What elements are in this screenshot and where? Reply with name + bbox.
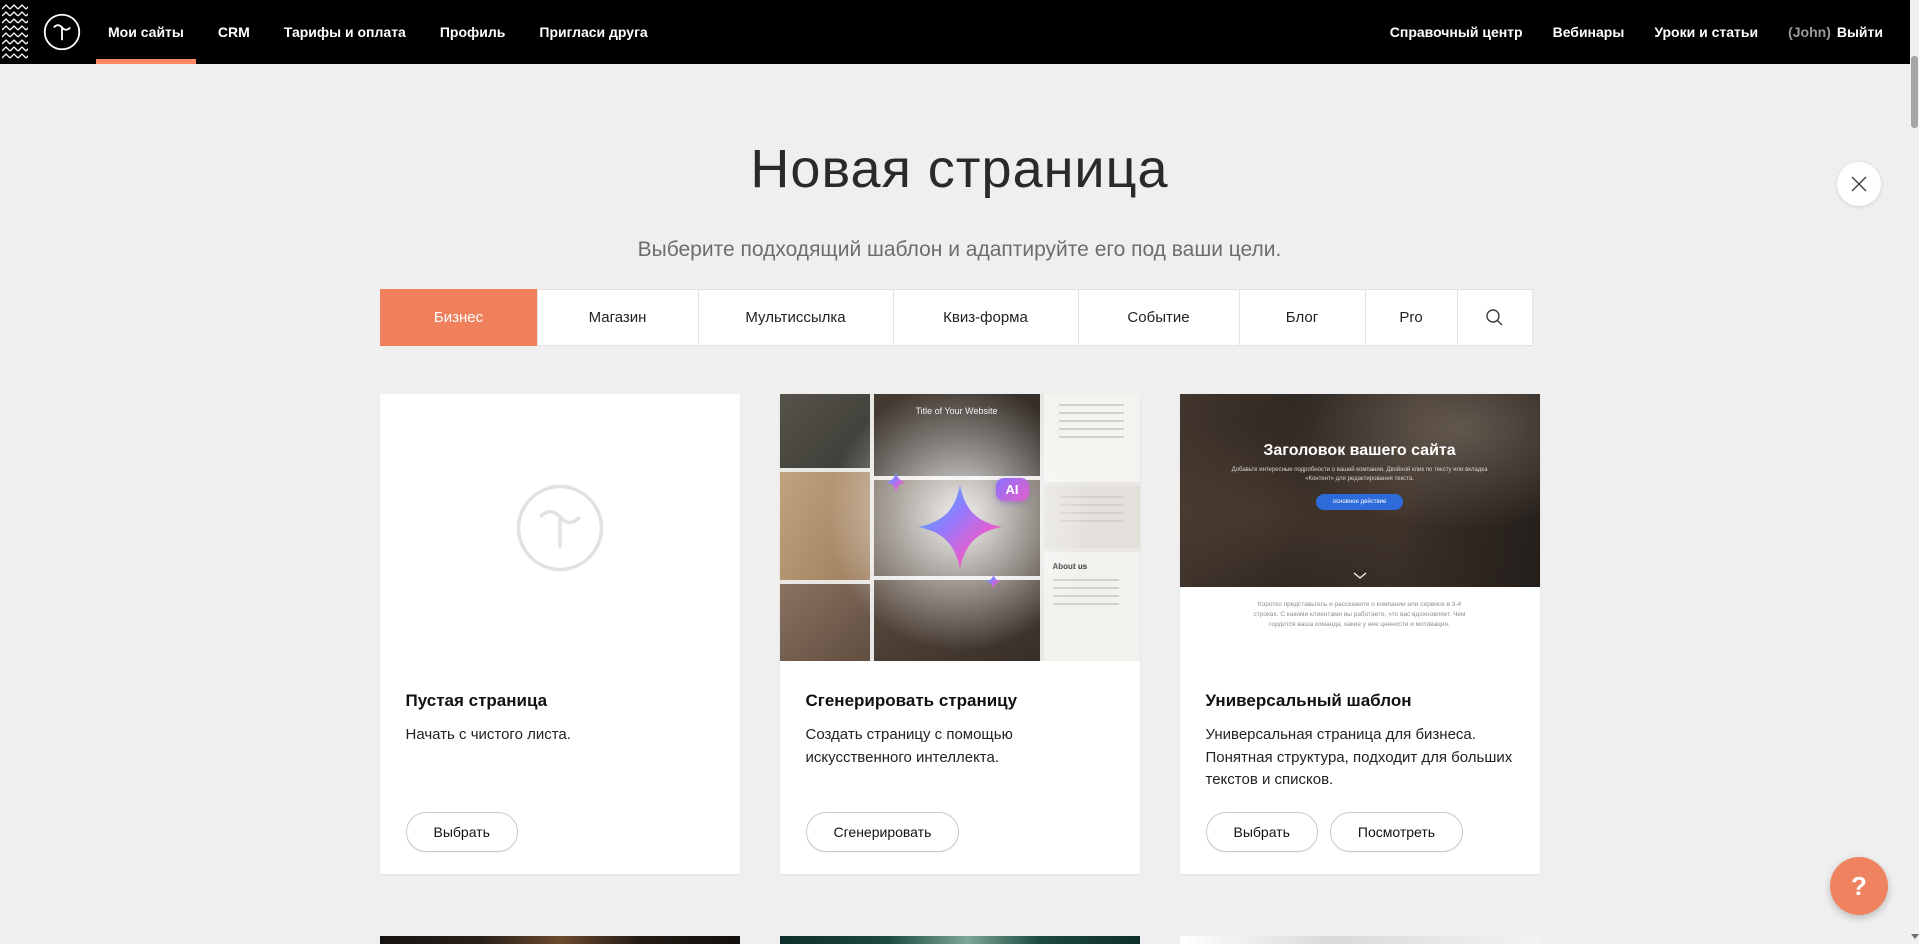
tab-multilink[interactable]: Мультиссылка [698, 289, 894, 346]
nav-item-my-sites[interactable]: Мои сайты [108, 0, 184, 64]
generate-button[interactable]: Сгенерировать [806, 812, 960, 852]
zigzag-pattern-icon [2, 3, 32, 61]
tilda-logo[interactable] [42, 12, 82, 52]
choose-universal-button[interactable]: Выбрать [1206, 812, 1318, 852]
template-card-partial-3[interactable] [1180, 936, 1540, 944]
blank-template-thumbnail[interactable] [380, 394, 740, 661]
card-title: Универсальный шаблон [1206, 691, 1514, 711]
ai-badge: AI [996, 478, 1029, 501]
card-description: Создать страницу с помощью искусственног… [806, 724, 1114, 769]
tab-business[interactable]: Бизнес [380, 289, 538, 346]
template-card-universal: Заголовок вашего сайта Добавьте интересн… [1180, 394, 1540, 874]
preview-hero: Заголовок вашего сайта Добавьте интересн… [1180, 394, 1540, 587]
ai-sparkle-icon [860, 422, 1060, 632]
template-card-partial-1[interactable] [380, 936, 740, 944]
next-cards-row [380, 936, 1540, 944]
main-content: Новая страница Выберите подходящий шабло… [0, 64, 1919, 944]
nav-item-webinars[interactable]: Вебинары [1553, 0, 1625, 64]
search-icon [1485, 308, 1504, 327]
preview-hero-text: Добавьте интересные подробности о вашей … [1230, 466, 1489, 485]
search-tab[interactable] [1457, 289, 1533, 346]
template-category-tabs: Бизнес Магазин Мультиссылка Квиз-форма С… [380, 289, 1540, 346]
user-name: (John) [1788, 24, 1831, 40]
main-nav: Мои сайты CRM Тарифы и оплата Профиль Пр… [108, 0, 682, 64]
preview-body-text: Коротко представьтесь и расскажите о ком… [1248, 600, 1471, 661]
card-title: Сгенерировать страницу [806, 691, 1114, 711]
template-card-blank: Пустая страница Начать с чистого листа. … [380, 394, 740, 874]
scrollbar-thumb[interactable] [1911, 56, 1918, 128]
preview-hero-title: Заголовок вашего сайта [1263, 442, 1455, 460]
preview-universal-button[interactable]: Посмотреть [1330, 812, 1463, 852]
template-card-ai-generate: Title of Your Website About us [780, 394, 1140, 874]
nav-item-help-center[interactable]: Справочный центр [1390, 0, 1523, 64]
scrollbar-track [1910, 0, 1919, 944]
scrollbar-down-arrow[interactable] [1910, 930, 1919, 942]
preview-hero-button: основное действие [1316, 494, 1404, 510]
nav-item-crm[interactable]: CRM [218, 0, 250, 64]
choose-blank-button[interactable]: Выбрать [406, 812, 518, 852]
page-subtitle: Выберите подходящий шаблон и адаптируйте… [0, 238, 1919, 262]
tab-pro[interactable]: Pro [1365, 289, 1458, 346]
tilda-watermark-icon [512, 480, 608, 576]
card-title: Пустая страница [406, 691, 714, 711]
nav-item-invite-friend[interactable]: Пригласи друга [539, 0, 647, 64]
template-card-partial-2[interactable] [780, 936, 1140, 944]
card-description: Начать с чистого листа. [406, 724, 714, 747]
ai-template-thumbnail[interactable]: Title of Your Website About us [780, 394, 1140, 661]
nav-item-profile[interactable]: Профиль [440, 0, 506, 64]
help-button[interactable]: ? [1830, 857, 1888, 915]
page-title: Новая страница [0, 64, 1919, 200]
nav-item-lessons[interactable]: Уроки и статьи [1654, 0, 1758, 64]
card-description: Универсальная страница для бизнеса. Поня… [1206, 724, 1514, 792]
tab-quiz-form[interactable]: Квиз-форма [893, 289, 1079, 346]
close-icon [1850, 175, 1868, 193]
preview-body: Коротко представьтесь и расскажите о ком… [1180, 587, 1540, 661]
user-menu: (John) Выйти [1788, 0, 1883, 64]
template-cards-grid: Пустая страница Начать с чистого листа. … [380, 394, 1540, 874]
close-button[interactable] [1837, 162, 1881, 206]
universal-template-thumbnail[interactable]: Заголовок вашего сайта Добавьте интересн… [1180, 394, 1540, 661]
nav-item-tariffs[interactable]: Тарифы и оплата [284, 0, 406, 64]
logout-link[interactable]: Выйти [1837, 24, 1883, 40]
tab-blog[interactable]: Блог [1239, 289, 1366, 346]
top-navbar: Мои сайты CRM Тарифы и оплата Профиль Пр… [0, 0, 1919, 64]
secondary-nav: Справочный центр Вебинары Уроки и статьи… [1360, 0, 1883, 64]
tab-shop[interactable]: Магазин [537, 289, 699, 346]
tab-event[interactable]: Событие [1078, 289, 1240, 346]
chevron-down-icon [1353, 572, 1367, 579]
